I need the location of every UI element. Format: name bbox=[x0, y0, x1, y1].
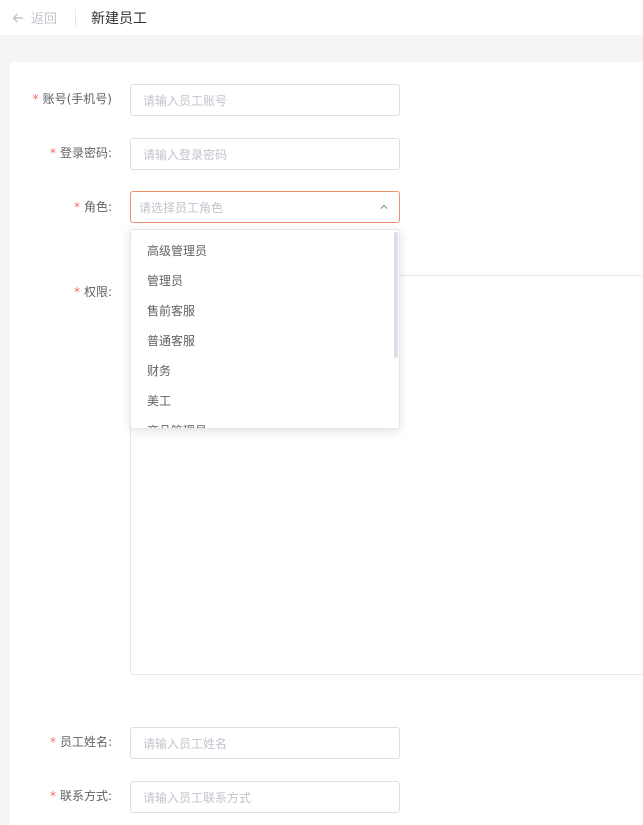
role-label-wrap: * 角色: bbox=[0, 198, 112, 218]
account-placeholder: 请输入员工账号 bbox=[143, 93, 228, 108]
role-option[interactable]: 财务 bbox=[131, 356, 393, 386]
password-label-text: 登录密码: bbox=[59, 146, 112, 160]
contact-input[interactable]: 请输入员工联系方式 bbox=[130, 781, 400, 813]
permission-label-wrap: * 权限: bbox=[0, 283, 112, 303]
permission-label-text: 权限: bbox=[83, 285, 112, 299]
back-label: 返回 bbox=[31, 12, 58, 27]
role-select[interactable]: 请选择员工角色 bbox=[130, 191, 400, 223]
chevron-up-icon bbox=[380, 204, 388, 209]
required-mark: * bbox=[73, 285, 80, 299]
role-option[interactable]: 管理员 bbox=[131, 266, 393, 296]
contact-label-text: 联系方式: bbox=[59, 789, 112, 803]
role-option-list: 高级管理员 管理员 售前客服 普通客服 财务 美工 商品管理员 bbox=[131, 236, 393, 428]
page-header: 返回 新建员工 bbox=[0, 0, 643, 35]
role-dropdown[interactable]: 高级管理员 管理员 售前客服 普通客服 财务 美工 商品管理员 bbox=[130, 229, 400, 429]
contact-placeholder: 请输入员工联系方式 bbox=[143, 790, 252, 805]
password-label-wrap: * 登录密码: bbox=[0, 144, 112, 164]
account-input[interactable]: 请输入员工账号 bbox=[130, 84, 400, 116]
name-input[interactable]: 请输入员工姓名 bbox=[130, 727, 400, 759]
password-label: * 登录密码: bbox=[50, 144, 112, 161]
contact-label-wrap: * 联系方式: bbox=[0, 787, 112, 807]
back-button[interactable]: 返回 bbox=[11, 8, 57, 27]
role-label-text: 角色: bbox=[83, 200, 112, 214]
account-label-wrap: * 账号(手机号) bbox=[0, 90, 112, 110]
account-label-text: 账号(手机号) bbox=[42, 92, 112, 106]
role-option[interactable]: 美工 bbox=[131, 386, 393, 416]
arrow-left-icon bbox=[12, 13, 23, 22]
account-label: * 账号(手机号) bbox=[33, 90, 112, 107]
role-option[interactable]: 普通客服 bbox=[131, 326, 393, 356]
permission-label: * 权限: bbox=[74, 283, 112, 300]
password-input[interactable]: 请输入登录密码 bbox=[130, 138, 400, 170]
dropdown-scrollbar[interactable] bbox=[394, 232, 398, 358]
role-option[interactable]: 售前客服 bbox=[131, 296, 393, 326]
header-divider bbox=[75, 9, 76, 26]
role-label: * 角色: bbox=[74, 198, 112, 215]
role-placeholder: 请选择员工角色 bbox=[139, 200, 224, 215]
required-mark: * bbox=[32, 92, 39, 106]
password-placeholder: 请输入登录密码 bbox=[143, 147, 228, 162]
role-option[interactable]: 商品管理员 bbox=[131, 416, 393, 428]
name-placeholder: 请输入员工姓名 bbox=[143, 736, 228, 751]
required-mark: * bbox=[49, 146, 56, 160]
contact-label: * 联系方式: bbox=[50, 787, 112, 804]
name-label: * 员工姓名: bbox=[50, 733, 112, 750]
required-mark: * bbox=[49, 735, 56, 749]
required-mark: * bbox=[73, 200, 80, 214]
role-option[interactable]: 高级管理员 bbox=[131, 236, 393, 266]
page-title: 新建员工 bbox=[91, 11, 147, 27]
name-label-text: 员工姓名: bbox=[59, 735, 112, 749]
required-mark: * bbox=[49, 789, 56, 803]
name-label-wrap: * 员工姓名: bbox=[0, 733, 112, 753]
